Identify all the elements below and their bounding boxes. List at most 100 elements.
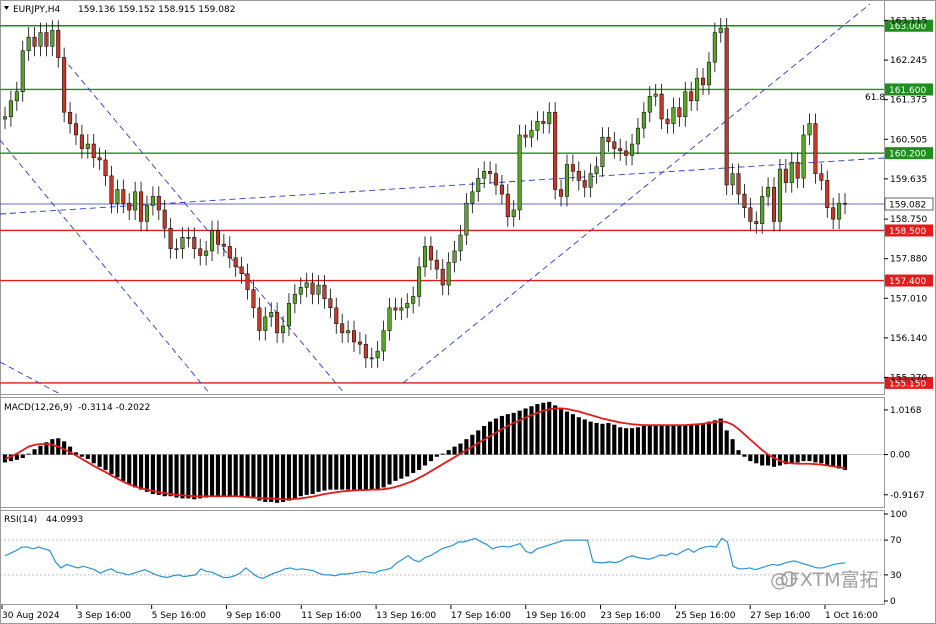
macd-bar — [109, 454, 114, 475]
candle-bear — [618, 148, 623, 152]
macd-bar — [665, 426, 670, 455]
macd-bar — [440, 453, 445, 455]
candle-bull — [411, 296, 416, 304]
macd-bar — [180, 454, 185, 499]
price-tick-label: 159.635 — [890, 175, 927, 185]
macd-bar — [375, 454, 380, 490]
macd-bar — [381, 454, 386, 488]
candle-bull — [286, 303, 291, 327]
macd-bar — [594, 422, 599, 455]
time-tick-label: 19 Sep 16:00 — [526, 611, 586, 621]
time-tick-label: 3 Sep 16:00 — [77, 611, 132, 621]
rsi-value: 44.0993 — [46, 515, 83, 525]
candle-bear — [79, 134, 84, 149]
macd-bar — [227, 454, 232, 497]
candle-bear — [44, 32, 49, 47]
candle-bull — [50, 30, 55, 47]
macd-bar — [807, 454, 812, 462]
watermark: @FXTM富拓 — [770, 569, 879, 591]
candle-bull — [647, 96, 652, 113]
macd-bar — [275, 454, 280, 503]
candle-bull — [263, 316, 268, 331]
candle-bull — [671, 107, 676, 124]
candle-bull — [476, 177, 481, 193]
candle-bear — [109, 175, 114, 204]
time-tick-label: 30 Aug 2024 — [2, 611, 60, 621]
candle-bear — [192, 237, 197, 249]
macd-bar — [588, 421, 593, 455]
macd-bar — [127, 454, 132, 484]
candle-bear — [68, 111, 73, 124]
macd-bar — [32, 449, 37, 455]
candle-bear — [795, 161, 800, 179]
candle-bear — [351, 330, 357, 343]
rsi-series-line — [4, 537, 846, 580]
macd-bar — [85, 454, 90, 459]
candle-bear — [541, 121, 546, 124]
candle-bull — [511, 209, 516, 218]
macd-bar — [760, 454, 765, 466]
macd-bar — [523, 408, 528, 455]
macd-bar — [357, 454, 362, 490]
candle-bull — [369, 357, 374, 360]
macd-bar — [144, 454, 150, 492]
candle-bear — [198, 248, 203, 256]
macd-bar — [286, 454, 292, 501]
candle-bull — [387, 307, 392, 331]
macd-bar — [174, 454, 179, 498]
candle-bear — [576, 171, 581, 181]
price-tick-label: 157.010 — [890, 294, 927, 304]
macd-bar — [251, 454, 256, 499]
candle-bear — [334, 307, 339, 325]
macd-bar — [677, 426, 682, 455]
candle-bear — [689, 91, 694, 102]
candle-bear — [322, 284, 327, 299]
candle-bear — [724, 27, 729, 186]
candle-bull — [292, 293, 297, 304]
macd-bar — [819, 454, 824, 464]
macd-bar — [26, 453, 31, 455]
candle-bull — [144, 205, 149, 222]
macd-bar — [493, 418, 499, 455]
candle-bear — [32, 36, 37, 47]
price-tick-label: 163.115 — [890, 17, 927, 27]
candle-bull — [85, 143, 90, 149]
candle-bear — [227, 246, 232, 259]
candle-bull — [760, 196, 765, 224]
macd-bar — [298, 454, 303, 497]
candle-bull — [316, 284, 321, 295]
candle-bear — [121, 189, 126, 204]
macd-bar — [511, 412, 516, 455]
candle-bear — [310, 282, 315, 295]
candle-bull — [706, 61, 711, 86]
rsi-title: RSI(14) — [4, 515, 37, 525]
candle-bull — [133, 191, 138, 211]
trend-lines — [0, 3, 885, 395]
chart-ohlc: 159.136 159.152 158.915 159.082 — [78, 5, 235, 15]
price-tick-label: 160.505 — [890, 135, 927, 145]
candle-bear — [783, 168, 788, 183]
macd-bar — [316, 454, 321, 492]
candle-bear — [825, 180, 830, 208]
candle-bear — [831, 207, 836, 220]
time-tick-label: 27 Sep 16:00 — [750, 611, 810, 621]
candle-bull — [712, 32, 717, 63]
candle-bull — [807, 123, 812, 136]
macd-bar — [612, 424, 617, 455]
symbol-dropdown-icon[interactable] — [4, 6, 9, 10]
candle-bear — [842, 202, 848, 205]
time-tick-label: 13 Sep 16:00 — [376, 611, 436, 621]
trend-line-upper-channel — [0, 157, 885, 215]
candle-bull — [683, 91, 688, 117]
eurjpy-h4-chart[interactable]: 163.000161.600160.200158.500157.400155.1… — [0, 0, 936, 624]
time-tick-label: 25 Sep 16:00 — [675, 611, 735, 621]
candle-bull — [482, 171, 487, 179]
macd-bar — [186, 454, 191, 499]
candle-bear — [91, 143, 96, 158]
candle-bull — [375, 350, 380, 359]
level-tag-label: 157.400 — [889, 277, 926, 287]
time-tick-label: 23 Sep 16:00 — [601, 611, 661, 621]
candle-bear — [523, 134, 528, 138]
macd-bar — [730, 439, 735, 455]
chart-outer-frame — [0, 0, 936, 624]
